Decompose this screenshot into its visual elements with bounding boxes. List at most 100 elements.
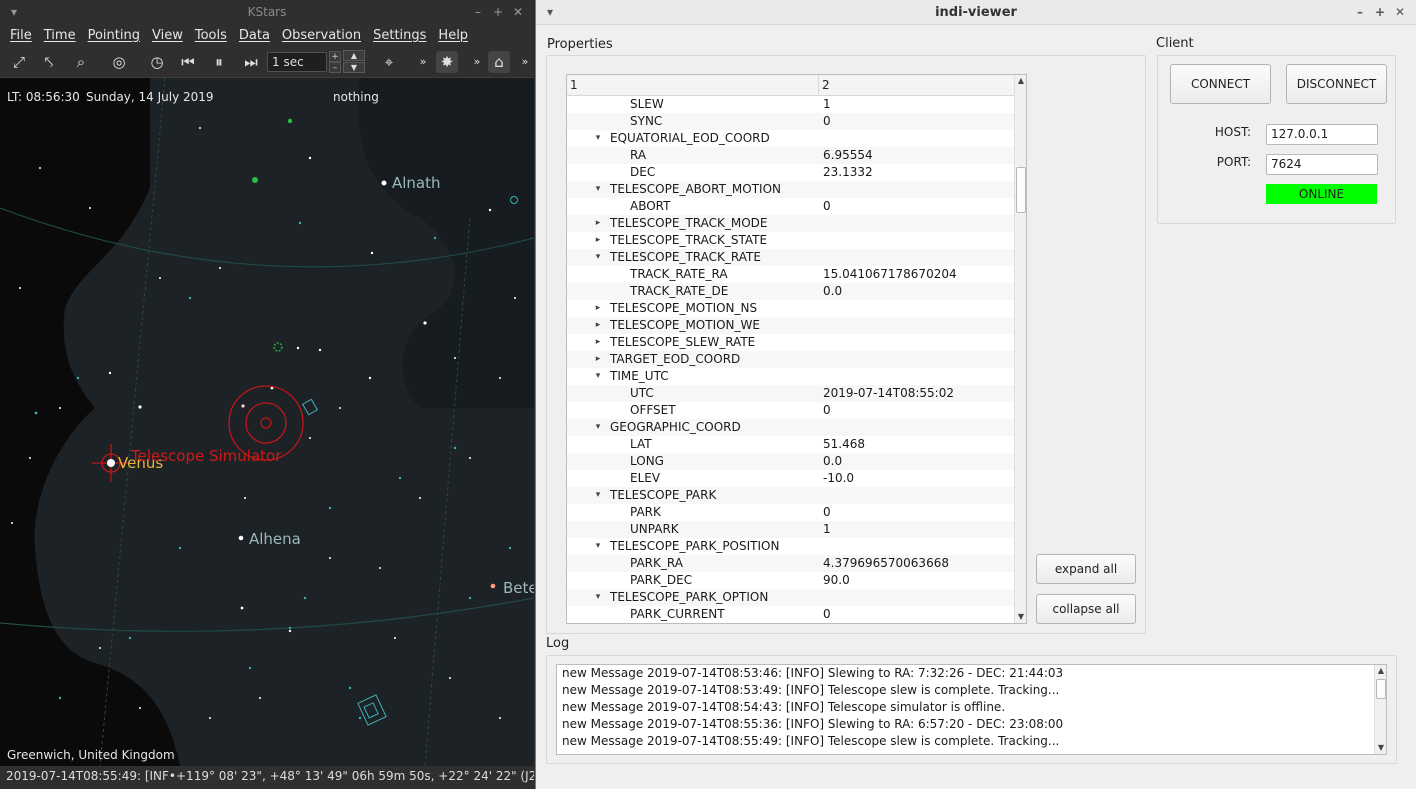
tree-property-row[interactable]: PARK_DEC 90.0 [567,572,1015,589]
expanded-arrow-icon[interactable]: ▾ [593,368,603,385]
disconnect-button[interactable]: DISCONNECT [1286,64,1387,104]
tree-property-row[interactable]: DEC 23.1332 [567,164,1015,181]
tree-scrollbar[interactable]: ▲ ▼ [1014,75,1026,623]
clock-icon[interactable]: ◷ [146,51,168,73]
connect-button[interactable]: CONNECT [1170,64,1271,104]
zoom-fit-icon[interactable]: ⤣ [38,51,60,73]
minimize-icon[interactable]: – [470,4,486,20]
menu-observation[interactable]: Observation [276,28,367,43]
minimize-icon[interactable]: – [1352,4,1368,20]
observatory-icon[interactable]: ⌂ [488,51,510,73]
zoom-in-icon[interactable]: ⤢ [8,51,30,73]
maximize-icon[interactable]: + [1372,4,1388,20]
scroll-down-icon[interactable]: ▼ [1015,611,1026,623]
scroll-down-icon[interactable]: ▼ [1375,742,1386,754]
time-unit-down[interactable]: ▼ [343,62,365,73]
tree-property-row[interactable]: PARK_CURRENT 0 [567,606,1015,623]
time-step-down[interactable]: – [329,62,341,73]
tree-group-row[interactable]: ▾ TELESCOPE_PARK [567,487,1015,504]
more-icon-3[interactable]: » [514,51,536,73]
tree-group-row[interactable]: ▸ TELESCOPE_SLEW_RATE [567,334,1015,351]
stars-icon[interactable]: ✸ [436,51,458,73]
time-step-up[interactable]: + [329,51,341,62]
tree-property-row[interactable]: SYNC 0 [567,113,1015,130]
pause-icon[interactable]: ⏸ [208,51,230,73]
tree-property-row[interactable]: LONG 0.0 [567,453,1015,470]
scroll-up-icon[interactable]: ▲ [1375,665,1386,677]
tree-group-row[interactable]: ▾ TIME_UTC [567,368,1015,385]
menu-pointing[interactable]: Pointing [82,28,146,43]
menu-help[interactable]: Help [432,28,474,43]
tree-group-row[interactable]: ▸ TELESCOPE_MOTION_WE [567,317,1015,334]
column-header-2[interactable]: 2 [822,78,830,92]
port-field[interactable]: 7624 [1266,154,1378,175]
tree-property-row[interactable]: TRACK_RATE_DE 0.0 [567,283,1015,300]
expanded-arrow-icon[interactable]: ▾ [593,181,603,198]
tree-group-row[interactable]: ▾ TELESCOPE_ABORT_MOTION [567,181,1015,198]
collapsed-arrow-icon[interactable]: ▸ [593,232,603,249]
tree-group-row[interactable]: ▸ TELESCOPE_TRACK_STATE [567,232,1015,249]
more-icon-2[interactable]: » [466,51,488,73]
log-scrollbar[interactable]: ▲ ▼ [1374,665,1386,754]
scroll-thumb[interactable] [1016,167,1026,213]
expanded-arrow-icon[interactable]: ▾ [593,589,603,606]
tree-group-row[interactable]: ▾ TELESCOPE_PARK_POSITION [567,538,1015,555]
step-back-icon[interactable]: ⏮ [177,51,199,73]
tree-property-row[interactable]: LAT 51.468 [567,436,1015,453]
log-panel[interactable]: new Message 2019-07-14T08:53:46: [INFO] … [556,664,1387,755]
properties-tree[interactable]: 1 2 SLEW 1 SYNC 0 ▾ EQUATORIAL_EOD_COORD RA 6.9… [566,74,1027,624]
tree-group-row[interactable]: ▸ TELESCOPE_MOTION_NS [567,300,1015,317]
menu-file[interactable]: File [4,28,38,43]
window-menu-icon[interactable]: ▾ [6,4,22,20]
scroll-thumb[interactable] [1376,679,1386,699]
host-field[interactable]: 127.0.0.1 [1266,124,1378,145]
time-unit-up[interactable]: ▲ [343,50,365,61]
expanded-arrow-icon[interactable]: ▾ [593,419,603,436]
search-icon[interactable]: ⌕ [70,51,92,73]
menu-view[interactable]: View [146,28,189,43]
crosshair-icon[interactable]: ⌖ [378,51,400,73]
tree-property-row[interactable]: TRACK_RATE_RA 15.041067178670204 [567,266,1015,283]
window-menu-icon[interactable]: ▾ [542,4,558,20]
tree-group-row[interactable]: ▾ EQUATORIAL_EOD_COORD [567,130,1015,147]
tree-group-row[interactable]: ▸ TELESCOPE_TRACK_MODE [567,215,1015,232]
close-icon[interactable]: ✕ [510,4,526,20]
menu-data[interactable]: Data [233,28,276,43]
tree-group-row[interactable]: ▾ TELESCOPE_TRACK_RATE [567,249,1015,266]
tree-property-row[interactable]: UNPARK 1 [567,521,1015,538]
sky-map[interactable]: LT: 08:56:30 Sunday, 14 July 2019 nothin… [0,78,534,766]
globe-icon[interactable]: ◎ [108,51,130,73]
column-header-1[interactable]: 1 [570,78,578,92]
tree-property-row[interactable]: OFFSET 0 [567,402,1015,419]
collapsed-arrow-icon[interactable]: ▸ [593,300,603,317]
collapsed-arrow-icon[interactable]: ▸ [593,334,603,351]
scroll-up-icon[interactable]: ▲ [1015,75,1026,87]
collapsed-arrow-icon[interactable]: ▸ [593,215,603,232]
expand-all-button[interactable]: expand all [1036,554,1136,584]
menu-settings[interactable]: Settings [367,28,432,43]
maximize-icon[interactable]: + [490,4,506,20]
expanded-arrow-icon[interactable]: ▾ [593,249,603,266]
tree-property-row[interactable]: UTC 2019-07-14T08:55:02 [567,385,1015,402]
collapsed-arrow-icon[interactable]: ▸ [593,351,603,368]
tree-property-row[interactable]: PARK 0 [567,504,1015,521]
collapsed-arrow-icon[interactable]: ▸ [593,317,603,334]
tree-group-row[interactable]: ▾ TELESCOPE_PARK_OPTION [567,589,1015,606]
menu-tools[interactable]: Tools [189,28,233,43]
collapse-all-button[interactable]: collapse all [1036,594,1136,624]
tree-group-row[interactable]: ▾ GEOGRAPHIC_COORD [567,419,1015,436]
more-icon[interactable]: » [412,51,434,73]
tree-property-row[interactable]: RA 6.95554 [567,147,1015,164]
close-icon[interactable]: ✕ [1392,4,1408,20]
expanded-arrow-icon[interactable]: ▾ [593,538,603,555]
tree-property-row[interactable]: ABORT 0 [567,198,1015,215]
tree-property-row[interactable]: SLEW 1 [567,96,1015,113]
step-forward-icon[interactable]: ⏭ [240,51,262,73]
menu-time[interactable]: Time [38,28,82,43]
tree-property-row[interactable]: ELEV -10.0 [567,470,1015,487]
tree-group-row[interactable]: ▸ TARGET_EOD_COORD [567,351,1015,368]
time-step-field[interactable]: 1 sec [267,52,327,72]
tree-property-row[interactable]: PARK_RA 4.379696570063668 [567,555,1015,572]
expanded-arrow-icon[interactable]: ▾ [593,130,603,147]
expanded-arrow-icon[interactable]: ▾ [593,487,603,504]
